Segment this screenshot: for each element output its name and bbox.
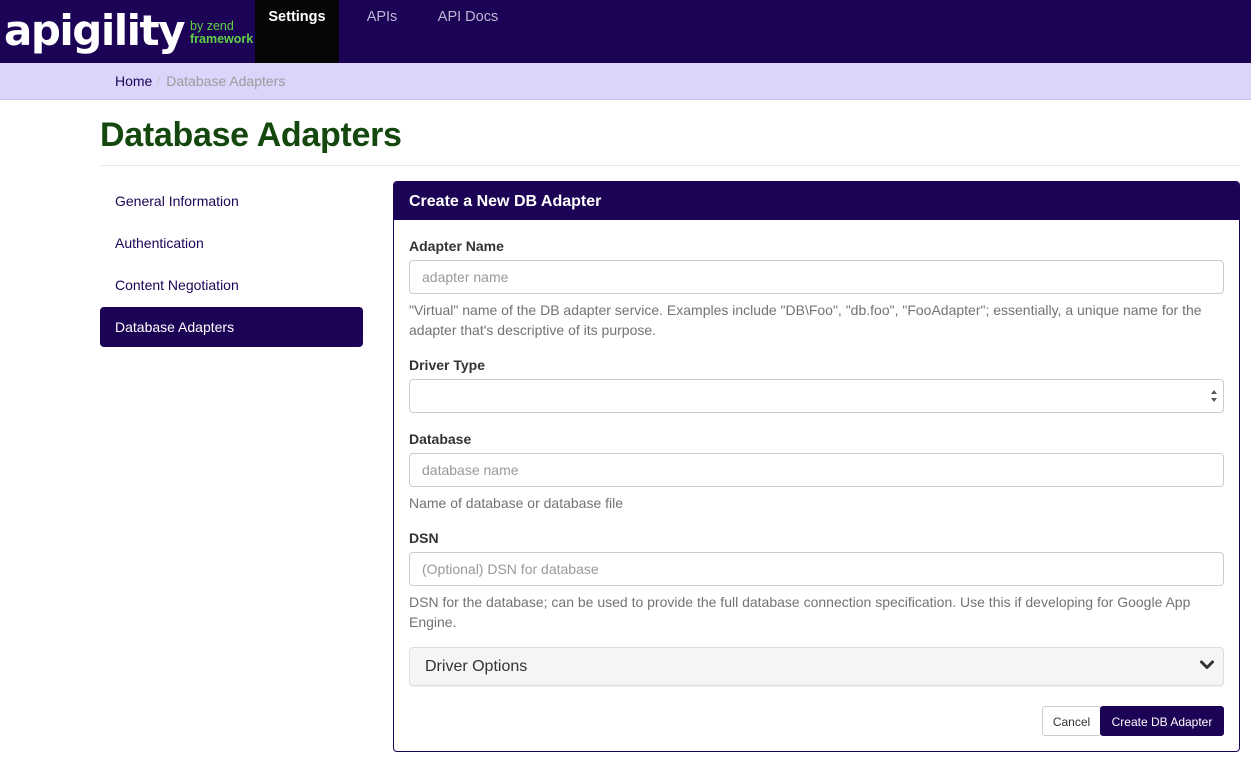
dsn-help: DSN for the database; can be used to pro… [409,594,1191,630]
driver-options-toggle[interactable]: Driver Options [409,647,1224,686]
driver-type-label: Driver Type [409,357,485,373]
dsn-label: DSN [409,530,439,546]
title-divider [100,165,1240,166]
breadcrumb-current: Database Adapters [166,73,286,89]
brand-name: apigility [4,6,186,55]
adapter-name-input[interactable] [409,260,1224,294]
database-input[interactable] [409,453,1224,487]
chevron-down-icon [1200,660,1214,669]
adapter-name-label: Adapter Name [409,238,504,254]
select-arrows-icon [1211,390,1217,402]
breadcrumb-separator: / [156,73,161,89]
nav-tab-api-docs[interactable]: API Docs [426,0,510,63]
cancel-button[interactable]: Cancel [1042,706,1101,736]
dsn-input[interactable] [409,552,1224,586]
database-label: Database [409,431,472,447]
nav-tab-settings[interactable]: Settings [255,0,339,63]
top-navbar: apigility by zend framework Settings API… [0,0,1251,63]
nav-tab-apis[interactable]: APIs [352,0,412,63]
driver-type-select[interactable] [409,379,1224,413]
sidebar-item-general-information[interactable]: General Information [100,181,363,221]
brand-logo[interactable]: apigility by zend framework [4,3,253,59]
database-help: Name of database or database file [409,495,624,511]
page-title: Database Adapters [100,116,402,154]
sidebar-item-authentication[interactable]: Authentication [100,223,363,263]
sidebar-item-database-adapters[interactable]: Database Adapters [100,307,363,347]
panel-heading: Create a New DB Adapter [394,182,1239,220]
breadcrumb-home-link[interactable]: Home [115,73,152,89]
create-db-adapter-panel: Create a New DB Adapter Adapter Name "Vi… [393,181,1240,752]
sidebar-item-content-negotiation[interactable]: Content Negotiation [100,265,363,305]
driver-options-label: Driver Options [425,658,528,675]
brand-subtitle: by zend framework [190,20,253,46]
create-db-adapter-button[interactable]: Create DB Adapter [1100,706,1224,736]
brand-framework-text: framework [190,32,254,46]
adapter-name-help: "Virtual" name of the DB adapter service… [409,302,1202,338]
breadcrumb: Home / Database Adapters [0,63,1251,100]
